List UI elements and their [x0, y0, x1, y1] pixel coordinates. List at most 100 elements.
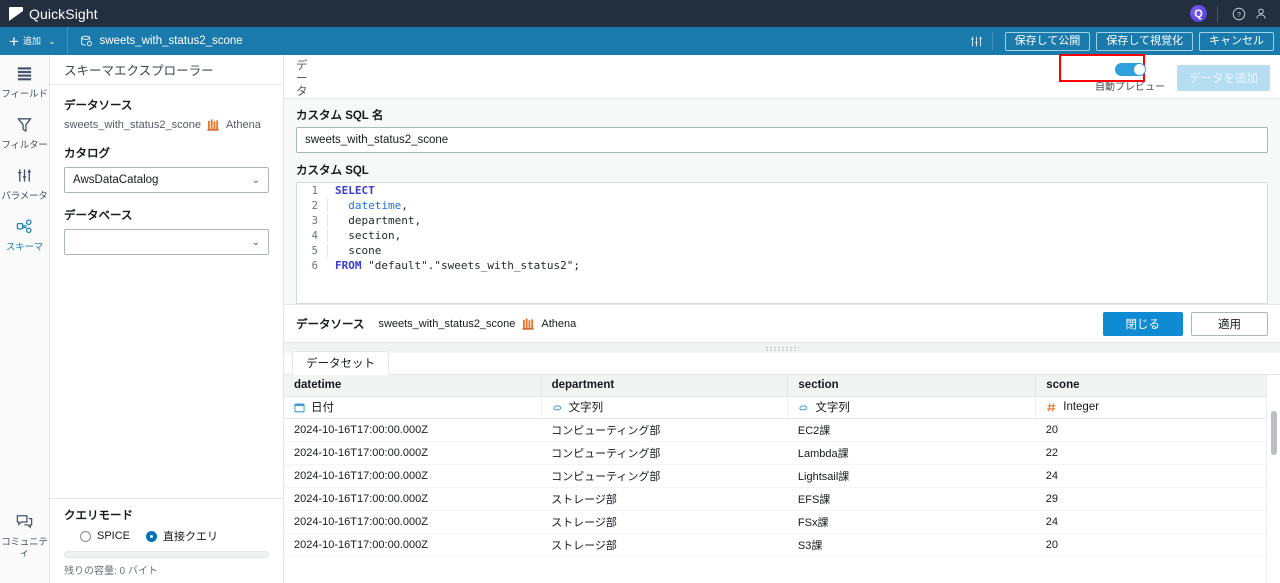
radio-icon [80, 530, 91, 542]
query-mode-option-label: SPICE [97, 530, 131, 542]
catalog-label: カタログ [64, 148, 110, 160]
datasource-footer-buttons: 閉じる 適用 [1102, 311, 1268, 336]
column-header[interactable]: section [787, 375, 1037, 397]
amazon-q-icon[interactable]: Q [1190, 5, 1207, 22]
sliders-icon[interactable] [964, 27, 990, 55]
table-row: 2024-10-16T17:00:00.000Z ストレージ部 FSx課 24 [284, 510, 1280, 534]
top-right-tools: Q ? [1190, 3, 1280, 25]
help-circle-icon[interactable]: ? [1228, 3, 1250, 25]
table-cell: 20 [1035, 533, 1280, 557]
line-number: 4 [311, 229, 318, 242]
save-and-visualize-button[interactable]: 保存して視覚化 [1096, 31, 1193, 51]
vertical-scrollbar[interactable] [1271, 411, 1277, 455]
sidebar-item-community[interactable]: コミュニティ [0, 503, 50, 565]
schema-explorer-title: スキーマエクスプローラー [50, 55, 283, 85]
user-icon[interactable] [1250, 3, 1272, 25]
auto-preview-toggle-wrap: 自動プレビュー [1095, 63, 1165, 93]
sidebar-item-filters[interactable]: フィルター [0, 106, 50, 157]
column-header[interactable]: scone [1035, 375, 1280, 397]
string-icon [552, 402, 563, 413]
query-mode-section: クエリモード SPICE 直接クエリ 残りの容量: 0 バイト [50, 498, 283, 583]
custom-sql-label: カスタム SQL [296, 165, 369, 177]
divider [991, 32, 993, 50]
chevron-down-icon: ⌄ [47, 35, 56, 46]
sql-code-line: 1 SELECT [297, 183, 1267, 198]
main-area: フィールド フィルター パラメータ スキーマ コミュニティ スキーマエクスプロー… [0, 55, 1280, 583]
number-icon [1046, 402, 1057, 413]
preview-table: datetime department section scone 日付 文字列 文字列 I… [284, 375, 1280, 557]
table-cell: 2024-10-16T17:00:00.000Z [284, 464, 542, 488]
sidebar-item-fields[interactable]: フィールド [0, 55, 50, 106]
line-number: 3 [311, 214, 318, 227]
table-cell: 2024-10-16T17:00:00.000Z [284, 533, 542, 557]
datasource-footer-engine: Athena [541, 317, 577, 330]
column-type-label: 文字列 [815, 402, 850, 414]
add-data-button[interactable]: データを追加 [1177, 65, 1270, 91]
table-row: 2024-10-16T17:00:00.000Z ストレージ部 S3課 20 [284, 533, 1280, 557]
add-label: 追加 [22, 35, 41, 46]
calendar-icon [294, 402, 305, 413]
auto-preview-toggle[interactable] [1114, 63, 1146, 76]
column-type-cell[interactable]: Integer [1035, 396, 1280, 419]
sidebar-item-schema[interactable]: スキーマ [0, 208, 50, 259]
table-cell: 22 [1035, 441, 1280, 465]
table-cell: EFS課 [787, 487, 1036, 511]
sidebar-item-label: パラメータ [1, 191, 48, 202]
sql-code-line: 2 datetime, [297, 198, 1267, 213]
sql-code-line: 4 section, [297, 228, 1267, 243]
sql-code-text: datetime, [327, 199, 408, 212]
athena-icon [522, 317, 535, 330]
filter-icon [15, 115, 34, 137]
schema-icon [15, 217, 34, 239]
table-cell: ストレージ部 [541, 510, 788, 534]
database-icon [80, 35, 93, 48]
save-and-publish-button[interactable]: 保存して公開 [1004, 31, 1091, 51]
apply-button[interactable]: 適用 [1191, 311, 1268, 336]
column-type-cell[interactable]: 文字列 [541, 396, 789, 419]
table-cell: 2024-10-16T17:00:00.000Z [284, 441, 542, 465]
catalog-select[interactable]: AwsDataCatalog ⌄ [64, 167, 269, 193]
datasource-label: データソース [64, 100, 133, 112]
tab-dataset[interactable]: データセット [292, 351, 389, 375]
close-button[interactable]: 閉じる [1102, 311, 1183, 336]
panel-splitter[interactable] [284, 343, 1280, 353]
sidebar-item-label: コミュニティ [1, 537, 48, 559]
table-cell: コンピューティング部 [541, 464, 788, 488]
quicksight-logo-link[interactable]: QuickSight [0, 6, 98, 22]
data-tab-strip: データ 自動プレビュー データを追加 [284, 55, 1280, 99]
fields-icon [15, 64, 34, 86]
query-mode-option-label: 直接クエリ [163, 531, 219, 543]
database-label: データベース [64, 210, 133, 222]
table-cell: EC2課 [787, 418, 1036, 442]
column-header[interactable]: datetime [284, 375, 542, 397]
data-preview-section: データセット datetime department section scone 日付… [284, 351, 1280, 583]
query-mode-title: クエリモード [64, 510, 133, 522]
table-scroll-gutter [1266, 375, 1280, 583]
table-cell: 24 [1035, 510, 1280, 534]
divider [1217, 5, 1218, 22]
column-header[interactable]: department [541, 375, 789, 397]
sql-code-line: 3 department, [297, 213, 1267, 228]
sql-code-editor[interactable]: 1 SELECT 2 datetime, 3 department, 4 section… [296, 182, 1268, 304]
cancel-button[interactable]: キャンセル [1199, 31, 1274, 51]
column-type-cell[interactable]: 日付 [284, 396, 542, 419]
database-select[interactable]: ⌄ [64, 229, 269, 255]
tab-data[interactable]: データ [294, 60, 316, 99]
table-row: 2024-10-16T17:00:00.000Z ストレージ部 EFS課 29 [284, 487, 1280, 511]
dataset-name-chip[interactable]: sweets_with_status2_scone [68, 35, 255, 48]
add-data-menu-button[interactable]: + 追加 ⌄ [0, 27, 67, 55]
query-mode-option-spice[interactable]: SPICE [80, 530, 130, 542]
table-body: 日付 文字列 文字列 Integer 2024-10-16T17:00:00.000Z コ… [284, 396, 1280, 557]
table-cell: 2024-10-16T17:00:00.000Z [284, 418, 542, 442]
table-cell: 2024-10-16T17:00:00.000Z [284, 487, 542, 511]
table-cell: 24 [1035, 464, 1280, 488]
spice-capacity-bar [64, 551, 269, 558]
query-mode-option-direct[interactable]: 直接クエリ [146, 528, 218, 544]
custom-sql-name-input[interactable] [296, 127, 1268, 153]
preview-table-wrap: datetime department section scone 日付 文字列 文字列 I… [284, 375, 1280, 583]
custom-sql-pane: カスタム SQL 名 カスタム SQL 1SELECT2 datetime,3 … [284, 99, 1280, 305]
column-type-cell[interactable]: 文字列 [787, 396, 1037, 419]
sidebar-item-parameters[interactable]: パラメータ [0, 157, 50, 208]
table-cell: コンピューティング部 [541, 441, 788, 465]
table-cell: FSx課 [787, 510, 1036, 534]
